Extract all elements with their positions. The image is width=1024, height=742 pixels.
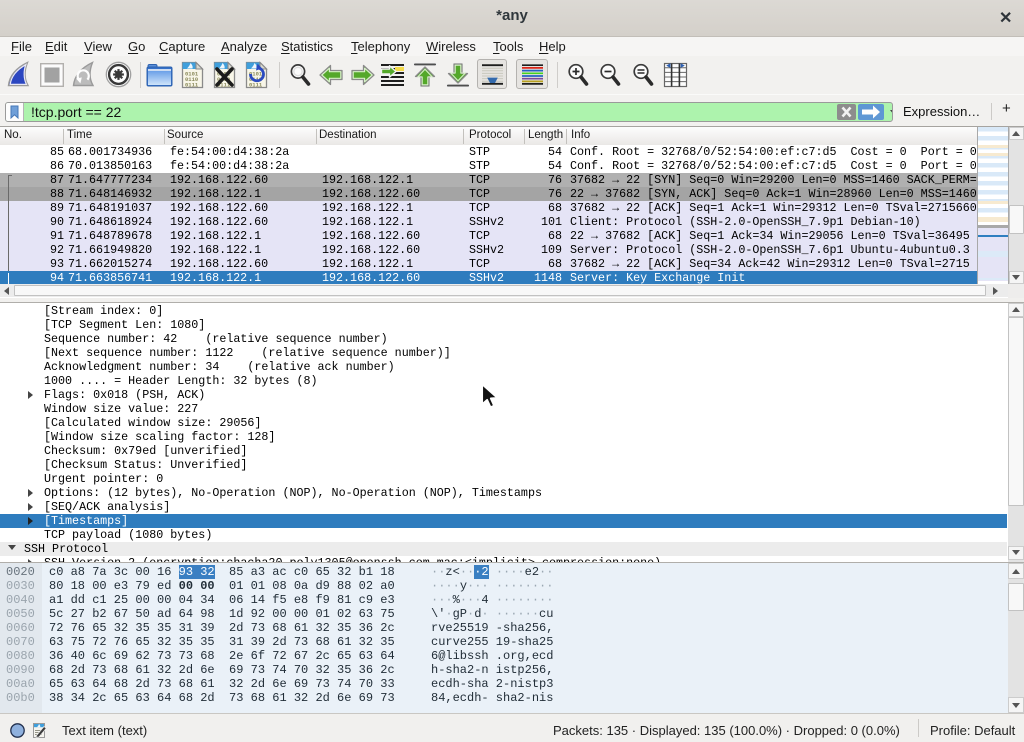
svg-text:0111: 0111 (249, 82, 263, 89)
svg-text:0111: 0111 (185, 82, 199, 89)
